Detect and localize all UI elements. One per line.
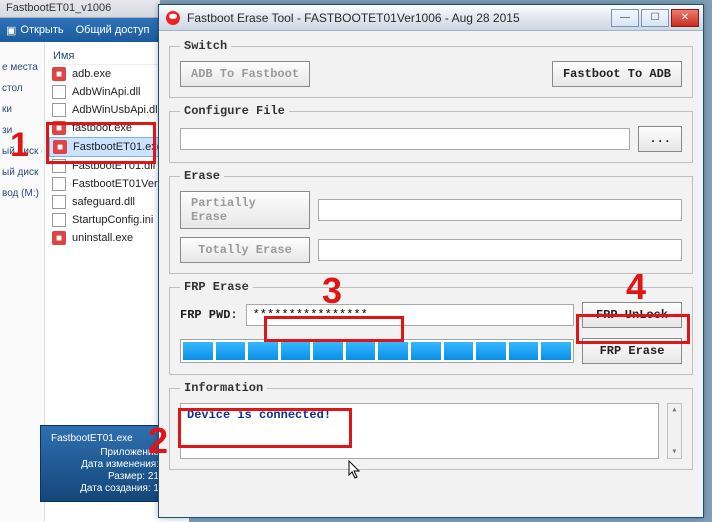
fastboot-to-adb-button[interactable]: Fastboot To ADB <box>552 61 682 87</box>
nav-item[interactable]: е места <box>2 62 42 73</box>
group-switch: Switch ADB To Fastboot Fastboot To ADB <box>169 39 693 98</box>
exe-file-icon: ■ <box>52 121 66 135</box>
configure-file-input[interactable] <box>180 128 630 150</box>
dll-file-icon <box>52 159 66 173</box>
group-frp-erase: FRP Erase FRP PWD: FRP UnLock FRP Erase <box>169 280 693 375</box>
minimize-button[interactable]: — <box>611 9 639 27</box>
progress-segment <box>281 342 311 360</box>
toolbar-open-label: Открыть <box>20 24 63 36</box>
progress-segment <box>411 342 441 360</box>
tooltip-created: Дата создания: 1 <box>51 483 159 494</box>
tooltip-date: Дата изменения: <box>51 459 159 470</box>
nav-item[interactable]: ый диск <box>2 167 42 178</box>
frp-pwd-input[interactable] <box>246 304 574 326</box>
toolbar-open[interactable]: ▣ Открыть <box>6 24 64 37</box>
group-configure-label: Configure File <box>180 104 289 118</box>
toolbar-share[interactable]: Общий доступ <box>76 24 150 36</box>
mouse-cursor-icon <box>348 460 362 480</box>
progress-segment <box>248 342 278 360</box>
progress-segment <box>509 342 539 360</box>
scroll-up-icon: ▴ <box>671 404 677 416</box>
frp-progress-bar <box>180 339 574 363</box>
progress-segment <box>378 342 408 360</box>
group-info-label: Information <box>180 381 267 395</box>
adb-to-fastboot-button[interactable]: ADB To Fastboot <box>180 61 310 87</box>
txt-file-icon <box>52 177 66 191</box>
tooltip-type: Приложение <box>51 447 159 458</box>
scrollbar[interactable]: ▴▾ <box>667 403 682 459</box>
frp-erase-button[interactable]: FRP Erase <box>582 338 682 364</box>
explorer-titlebar: FastbootET01_v1006 <box>0 0 160 18</box>
file-name: AdbWinApi.dll <box>72 86 140 98</box>
nav-item[interactable]: стол <box>2 83 42 94</box>
totally-erase-input[interactable] <box>318 239 682 261</box>
partially-erase-button[interactable]: Partially Erase <box>180 191 310 229</box>
group-switch-label: Switch <box>180 39 231 53</box>
group-erase: Erase Partially Erase Totally Erase <box>169 169 693 274</box>
file-name: FastbootET01.exe <box>73 141 163 153</box>
file-name: fastboot.exe <box>72 122 132 134</box>
annotation-number-2: 2 <box>148 420 168 462</box>
toolbar-share-label: Общий доступ <box>76 24 150 36</box>
information-textarea[interactable]: Device is connected! <box>180 403 659 459</box>
maximize-button[interactable]: ☐ <box>641 9 669 27</box>
annotation-number-1: 1 <box>10 126 29 165</box>
frp-pwd-label: FRP PWD: <box>180 308 238 322</box>
partially-erase-input[interactable] <box>318 199 682 221</box>
browse-button[interactable]: ... <box>638 126 682 152</box>
file-name: FastbootET01.dll <box>72 160 155 172</box>
progress-segment <box>444 342 474 360</box>
dll-file-icon <box>52 85 66 99</box>
close-button[interactable]: ✕ <box>671 9 699 27</box>
nav-item[interactable]: вод (M:) <box>2 188 42 199</box>
progress-segment <box>313 342 343 360</box>
explorer-toolbar: ▣ Открыть Общий доступ <box>0 18 160 42</box>
group-frp-label: FRP Erase <box>180 280 253 294</box>
window-title: Fastboot Erase Tool - FASTBOOTET01Ver100… <box>187 11 605 25</box>
progress-segment <box>216 342 246 360</box>
nav-item[interactable]: ки <box>2 104 42 115</box>
file-name: safeguard.dll <box>72 196 135 208</box>
file-name: AdbWinUsbApi.dll <box>72 104 160 116</box>
exe-file-icon: ■ <box>53 140 67 154</box>
explorer-title-text: FastbootET01_v1006 <box>6 2 111 14</box>
progress-segment <box>541 342 571 360</box>
titlebar: Fastboot Erase Tool - FASTBOOTET01Ver100… <box>159 5 703 31</box>
ini-file-icon <box>52 213 66 227</box>
exe-file-icon: ■ <box>52 231 66 245</box>
file-name: adb.exe <box>72 68 111 80</box>
totally-erase-button[interactable]: Totally Erase <box>180 237 310 263</box>
annotation-number-3: 3 <box>322 270 342 312</box>
group-erase-label: Erase <box>180 169 224 183</box>
exe-file-icon: ■ <box>52 67 66 81</box>
group-information: Information Device is connected! ▴▾ <box>169 381 693 470</box>
nav-pane: е места стол ки зи ый диск (C ый диск во… <box>0 42 45 522</box>
fastboot-window: Fastboot Erase Tool - FASTBOOTET01Ver100… <box>158 4 704 518</box>
dll-file-icon <box>52 103 66 117</box>
tooltip-filename: FastbootET01.exe <box>51 433 159 444</box>
dll-file-icon <box>52 195 66 209</box>
progress-segment <box>346 342 376 360</box>
annotation-number-4: 4 <box>626 266 646 308</box>
file-name: uninstall.exe <box>72 232 133 244</box>
file-name: StartupConfig.ini <box>72 214 153 226</box>
app-icon <box>165 10 181 26</box>
tooltip-size: Размер: 21 <box>51 471 159 482</box>
group-configure-file: Configure File ... <box>169 104 693 163</box>
progress-segment <box>476 342 506 360</box>
open-icon: ▣ <box>6 24 16 37</box>
scroll-down-icon: ▾ <box>671 446 677 458</box>
progress-segment <box>183 342 213 360</box>
